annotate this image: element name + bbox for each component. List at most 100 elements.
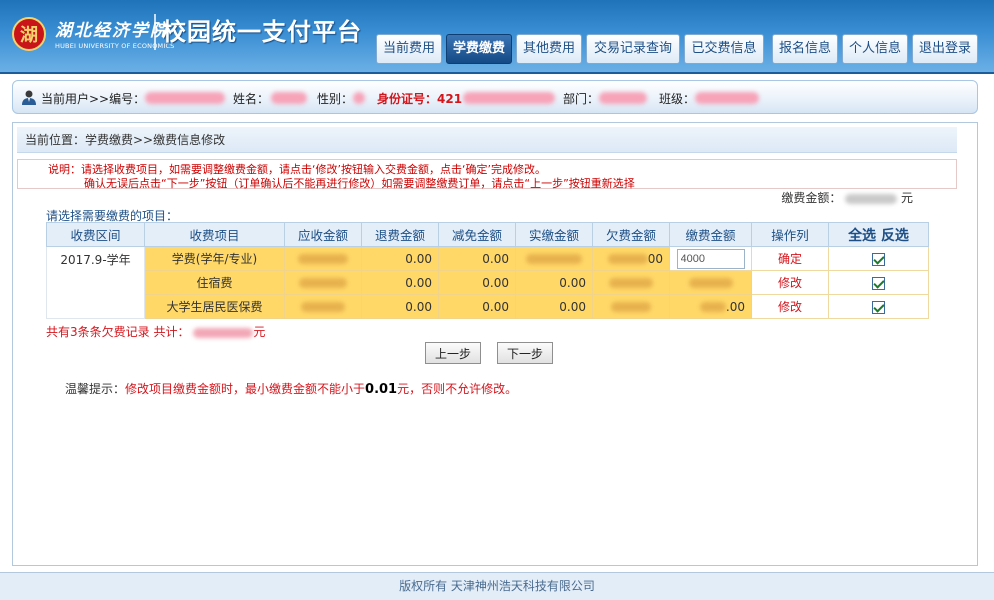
- user-id-masked: [145, 92, 225, 104]
- refund-cell: 0.00: [361, 294, 439, 319]
- breadcrumb: 当前位置：学费缴费>>缴费信息修改: [17, 127, 957, 153]
- main-panel: 当前位置：学费缴费>>缴费信息修改 说明：请选择收费项目，如需要调整缴费金额，请…: [12, 122, 978, 566]
- waive-cell: 0.00: [438, 270, 516, 295]
- confirm-link[interactable]: 确定: [751, 246, 829, 271]
- invert-select-link[interactable]: 反选: [881, 228, 909, 244]
- warm-tip: 温馨提示：修改项目缴费金额时，最小缴费金额不能小于0.01元，否则不允许修改。: [65, 380, 517, 397]
- masked-value: [526, 254, 582, 264]
- user-info-bar: 当前用户>>编号： 姓名： 性别： 身份证号：421 部门： 班级：: [12, 80, 978, 114]
- school-name-en: HUBEI UNIVERSITY OF ECONOMICS: [55, 42, 175, 50]
- waive-cell: 0.00: [438, 294, 516, 319]
- header: 湖 湖北经济学院 HUBEI UNIVERSITY OF ECONOMICS 校…: [0, 0, 994, 74]
- tip-suffix: 元，否则不允许修改。: [397, 382, 518, 396]
- tab-paid-info[interactable]: 已交费信息: [684, 34, 764, 64]
- notice-line-2: 确认无误后点击“下一步”按钮（订单确认后不能再进行修改）如需要调整缴费订单，请点…: [84, 177, 635, 190]
- modify-link[interactable]: 修改: [751, 294, 829, 319]
- col-item: 收费项目: [144, 222, 285, 247]
- col-refund: 退费金额: [361, 222, 439, 247]
- tab-registration-info[interactable]: 报名信息: [772, 34, 838, 64]
- class-masked: [695, 92, 759, 104]
- col-operation: 操作列: [751, 222, 829, 247]
- refund-cell: 0.00: [361, 270, 439, 295]
- pay-amount-cell: [669, 246, 752, 271]
- receivable-cell: [284, 294, 362, 319]
- col-receivable: 应收金额: [284, 222, 362, 247]
- waive-cell: 0.00: [438, 246, 516, 271]
- class-label: 班级：: [659, 92, 696, 106]
- pay-amount-cell: [669, 270, 752, 295]
- id-number-label: 身份证号：421: [377, 92, 463, 106]
- item-cell: 大学生居民医保费: [144, 294, 285, 319]
- tip-prefix: 温馨提示：: [65, 382, 126, 396]
- tab-transaction-query[interactable]: 交易记录查询: [586, 34, 680, 64]
- masked-value: [688, 278, 733, 288]
- period-cell: 2017.9-学年: [46, 246, 145, 319]
- tab-personal-info[interactable]: 个人信息: [842, 34, 908, 64]
- paid-cell: 0.00: [515, 270, 593, 295]
- logo-char: 湖: [20, 25, 38, 46]
- tip-min-amount: 0.01: [365, 382, 398, 397]
- refund-cell: 0.00: [361, 246, 439, 271]
- user-icon: [22, 90, 36, 105]
- owed-suffix: 00: [647, 251, 663, 266]
- gender-label: 性别：: [317, 92, 354, 106]
- item-cell: 学费(学年/专业): [144, 246, 285, 271]
- row-checkbox-cell: [828, 294, 929, 319]
- table-row: 大学生居民医保费 0.00 0.00 0.00 .00 修改: [47, 294, 929, 319]
- arrears-total-label: 共计：: [153, 325, 190, 339]
- row-checkbox[interactable]: [872, 300, 885, 314]
- tab-tuition-payment[interactable]: 学费缴费: [446, 34, 512, 64]
- tab-logout[interactable]: 退出登录: [912, 34, 978, 64]
- masked-value: [609, 278, 653, 288]
- row-checkbox-cell: [828, 270, 929, 295]
- pay-amount-masked: [845, 193, 898, 204]
- select-all-link[interactable]: 全选: [848, 228, 876, 244]
- header-divider: [154, 14, 156, 50]
- pay-amount-unit: 元: [900, 191, 913, 205]
- owed-cell: [592, 270, 670, 295]
- tab-other-fees[interactable]: 其他费用: [516, 34, 582, 64]
- modify-link[interactable]: 修改: [751, 270, 829, 295]
- col-paid: 实缴金额: [515, 222, 593, 247]
- platform-title: 校园统一支付平台: [162, 18, 362, 46]
- arrears-summary: 共有3条条欠费记录 共计： 元: [46, 323, 265, 340]
- pay-amount-cell: .00: [669, 294, 752, 319]
- table-header-row: 收费区间 收费项目 应收金额 退费金额 减免金额 实缴金额 欠费金额 缴费金额 …: [46, 222, 929, 247]
- col-owed: 欠费金额: [592, 222, 670, 247]
- name-label: 姓名：: [233, 92, 270, 106]
- school-name-cn: 湖北经济学院: [55, 21, 169, 41]
- row-checkbox[interactable]: [872, 252, 885, 266]
- tip-text: 修改项目缴费金额时，最小缴费金额不能小于: [125, 382, 366, 396]
- masked-value: [298, 254, 348, 264]
- row-checkbox[interactable]: [872, 276, 885, 290]
- item-cell: 住宿费: [144, 270, 285, 295]
- paid-cell: [515, 246, 593, 271]
- footer-copyright: 版权所有 天津神州浩天科技有限公司: [0, 572, 994, 600]
- masked-value: [299, 278, 347, 288]
- department-label: 部门：: [563, 92, 600, 106]
- pay-amount-input[interactable]: [676, 248, 745, 269]
- owed-cell: [592, 294, 670, 319]
- receivable-cell: [284, 246, 362, 271]
- school-logo-icon: 湖: [12, 17, 46, 51]
- next-step-button[interactable]: 下一步: [497, 342, 553, 364]
- masked-value: [611, 302, 651, 312]
- arrears-total-masked: [193, 327, 254, 338]
- prev-step-button[interactable]: 上一步: [425, 342, 481, 364]
- id-number-masked: [463, 92, 555, 104]
- notice-box: 说明：请选择收费项目，如需要调整缴费金额，请点击‘修改’按钮输入交费金额，点击‘…: [17, 159, 957, 190]
- col-period: 收费区间: [46, 222, 145, 247]
- row-checkbox-cell: [828, 246, 929, 271]
- arrears-total-unit: 元: [253, 325, 266, 339]
- masked-value: [699, 302, 726, 312]
- fee-items-table: 收费区间 收费项目 应收金额 退费金额 减免金额 实缴金额 欠费金额 缴费金额 …: [46, 222, 929, 319]
- pay-amount-suffix: .00: [725, 299, 745, 314]
- arrears-records: 共有3条条欠费记录: [46, 325, 150, 339]
- col-pay-amount: 缴费金额: [669, 222, 752, 247]
- pay-amount: 缴费金额： 元: [781, 189, 913, 206]
- pay-amount-label: 缴费金额：: [781, 191, 842, 205]
- owed-cell: 00: [592, 246, 670, 271]
- table-row: 住宿费 0.00 0.00 0.00 修改: [47, 270, 929, 295]
- tab-current-fees[interactable]: 当前费用: [376, 34, 442, 64]
- paid-cell: 0.00: [515, 294, 593, 319]
